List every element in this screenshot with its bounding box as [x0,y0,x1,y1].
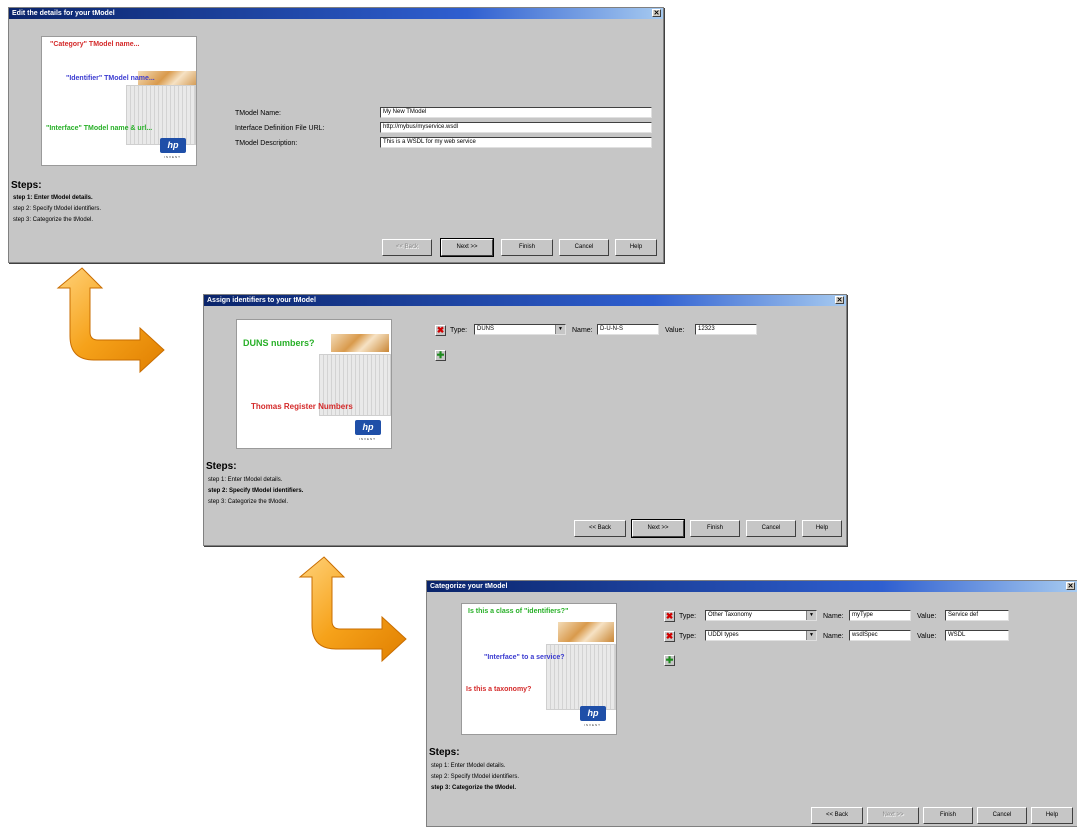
category-type-label: Type: [679,633,697,640]
dialog-assign-identifiers: Assign identifiers to your tModel ✕ DUNS… [203,294,847,546]
cancel-button[interactable]: Cancel [559,239,609,256]
next-button[interactable]: Next >> [440,238,494,257]
art-text-interface: "Interface" TModel name & url... [46,125,153,132]
category-value-label: Value: [917,613,937,620]
hp-logo: hp [355,420,381,435]
delete-row-icon[interactable]: ✖ [664,611,675,622]
interface-url-label: Interface Definition File URL: [235,125,325,132]
close-icon[interactable]: ✕ [652,9,661,17]
delete-row-icon[interactable]: ✖ [435,325,446,336]
dialog-edit-tmodel-details: Edit the details for your tModel ✕ "Cate… [8,7,664,263]
window-title: Categorize your tModel [430,583,508,590]
logo-tagline: INVENT [164,155,182,159]
category-type-value: UDDI types [708,632,739,638]
next-button[interactable]: Next >> [631,519,685,538]
art-text-taxonomy: Is this a taxonomy? [466,686,532,693]
steps-heading: Steps: [11,180,42,191]
back-button[interactable]: << Back [382,239,432,256]
category-name-input[interactable]: myType [849,610,911,621]
category-name-label: Name: [823,633,844,640]
finish-button[interactable]: Finish [690,520,740,537]
add-row-icon[interactable]: ✚ [435,350,446,361]
logo-tagline: INVENT [359,437,377,441]
add-row-icon[interactable]: ✚ [664,655,675,666]
tmodel-description-label: TModel Description: [235,140,298,147]
chevron-down-icon[interactable]: ▼ [555,325,565,334]
delete-row-icon[interactable]: ✖ [664,631,675,642]
chevron-down-icon[interactable]: ▼ [806,631,816,640]
finish-button[interactable]: Finish [501,239,553,256]
identifier-type-value: DUNS [477,326,495,332]
interface-url-input[interactable]: http://mybus/myservice.wsdl [380,122,652,133]
step-2: step 2: Specify tModel identifiers. [13,206,102,212]
tmodel-name-label: TModel Name: [235,110,281,117]
flow-arrow-icon [56,267,165,374]
step-2: step 2: Specify tModel identifiers. [431,774,520,780]
chevron-down-icon[interactable]: ▼ [806,611,816,620]
cancel-button[interactable]: Cancel [746,520,796,537]
step-3: step 3: Categorize the tModel. [208,499,289,505]
next-button[interactable]: Next >> [867,807,919,824]
illustration: Is this a class of "identifiers?" "Inter… [461,603,617,735]
category-value-label: Value: [917,633,937,640]
art-text-identifiers: Is this a class of "identifiers?" [468,608,569,615]
category-type-select[interactable]: Other Taxonomy ▼ [705,610,817,621]
art-text-category: "Category" TModel name... [50,41,140,48]
back-button[interactable]: << Back [574,520,626,537]
step-3: step 3: Categorize the tModel. [431,785,517,791]
help-button[interactable]: Help [802,520,842,537]
illustration: DUNS numbers? Thomas Register Numbers hp… [236,319,392,449]
identifier-value-input[interactable]: 12323 [695,324,757,335]
cancel-button[interactable]: Cancel [977,807,1027,824]
category-type-select[interactable]: UDDI types ▼ [705,630,817,641]
category-name-label: Name: [823,613,844,620]
help-button[interactable]: Help [1031,807,1073,824]
tmodel-name-input[interactable]: My New TModel [380,107,652,118]
finish-button[interactable]: Finish [923,807,973,824]
art-text-interface: "Interface" to a service? [484,654,565,661]
identifier-type-select[interactable]: DUNS ▼ [474,324,566,335]
tmodel-description-input[interactable]: This is a WSDL for my web service [380,137,652,148]
category-type-label: Type: [679,613,697,620]
close-icon[interactable]: ✕ [1066,582,1075,590]
steps-heading: Steps: [206,461,237,472]
step-1: step 1: Enter tModel details. [431,763,506,769]
art-text-duns: DUNS numbers? [243,338,315,348]
back-button[interactable]: << Back [811,807,863,824]
window-title: Assign identifiers to your tModel [207,297,316,304]
flow-arrow-icon [298,556,407,663]
title-bar: Categorize your tModel ✕ [427,581,1077,592]
step-2: step 2: Specify tModel identifiers. [208,488,304,494]
close-icon[interactable]: ✕ [835,296,844,304]
steps-heading: Steps: [429,747,460,758]
category-value-input[interactable]: WSDL [945,630,1009,641]
title-bar: Edit the details for your tModel ✕ [9,8,663,19]
dialog-categorize-tmodel: Categorize your tModel ✕ Is this a class… [426,580,1077,827]
window-title: Edit the details for your tModel [12,10,115,17]
step-1: step 1: Enter tModel details. [208,477,283,483]
help-button[interactable]: Help [615,239,657,256]
category-name-input[interactable]: wsdlSpec [849,630,911,641]
identifier-value-label: Value: [665,327,685,334]
category-value-input[interactable]: Service def [945,610,1009,621]
art-text-thomas-register: Thomas Register Numbers [251,402,353,411]
identifier-type-label: Type: [450,327,468,334]
identifier-name-input[interactable]: D-U-N-S [597,324,659,335]
hp-logo: hp [160,138,186,153]
hp-logo: hp [580,706,606,721]
step-3: step 3: Categorize the tModel. [13,217,94,223]
identifier-name-label: Name: [572,327,593,334]
step-1: step 1: Enter tModel details. [13,195,93,201]
illustration: "Category" TModel name... "Identifier" T… [41,36,197,166]
category-type-value: Other Taxonomy [708,612,752,618]
title-bar: Assign identifiers to your tModel ✕ [204,295,846,306]
art-text-identifier: "Identifier" TModel name... [66,75,155,82]
logo-tagline: INVENT [584,723,602,727]
